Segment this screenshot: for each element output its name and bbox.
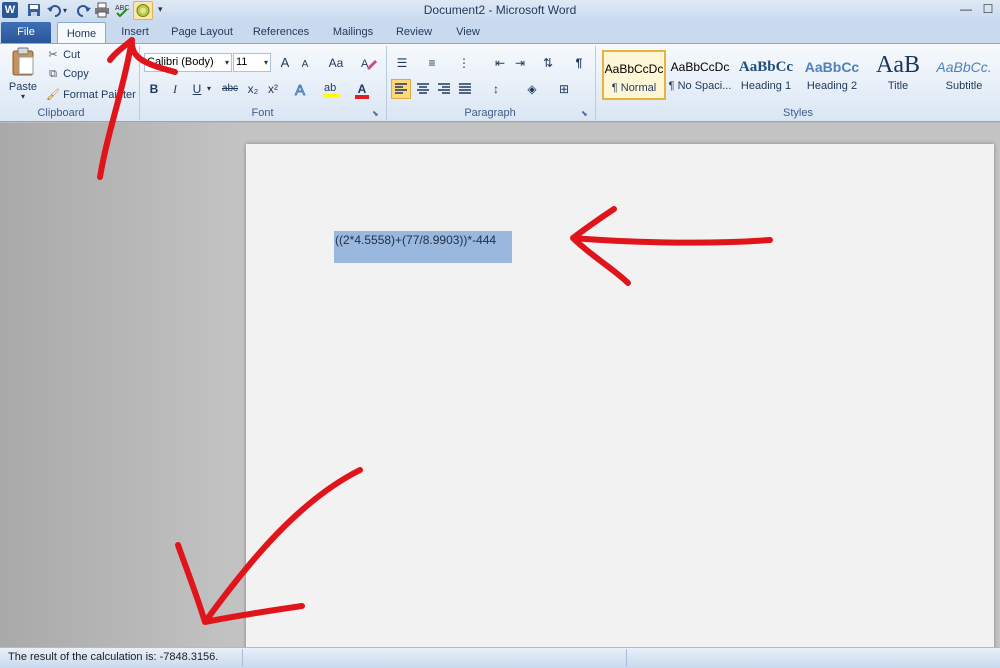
- arrow-down-left-annotation: [175, 467, 363, 625]
- arrow-up-annotation: [97, 37, 178, 180]
- arrow-left-annotation: [570, 206, 773, 286]
- annotation-arrows: [97, 37, 773, 625]
